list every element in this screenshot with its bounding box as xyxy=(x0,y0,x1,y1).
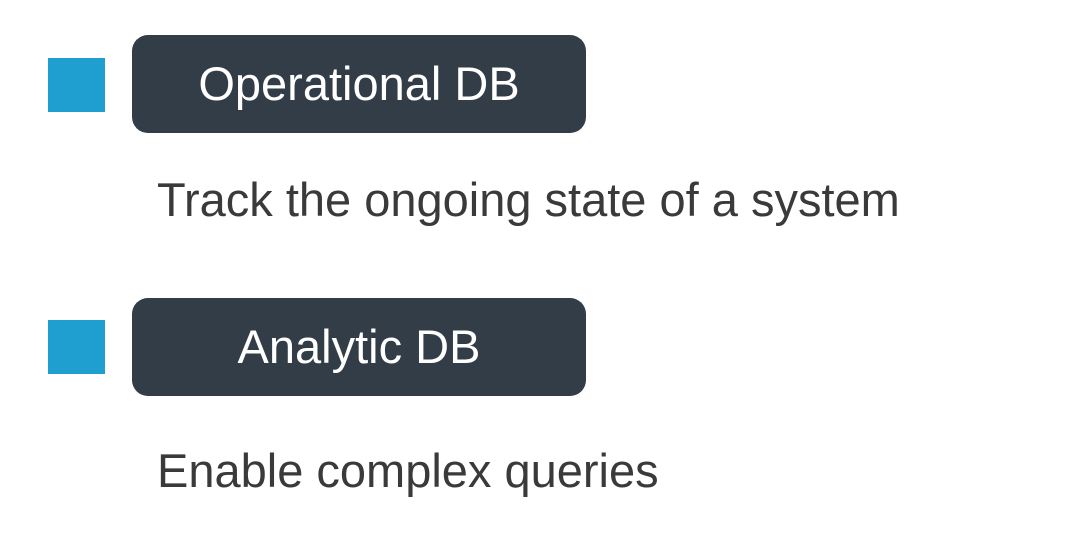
label-pill-operational-db: Operational DB xyxy=(132,35,586,133)
square-bullet-icon xyxy=(48,320,105,374)
label-pill-analytic-db: Analytic DB xyxy=(132,298,586,396)
square-bullet-icon xyxy=(48,58,105,112)
description-operational-db: Track the ongoing state of a system xyxy=(157,173,900,226)
description-analytic-db: Enable complex queries xyxy=(157,444,659,497)
slide: Operational DB Track the ongoing state o… xyxy=(0,0,1082,537)
